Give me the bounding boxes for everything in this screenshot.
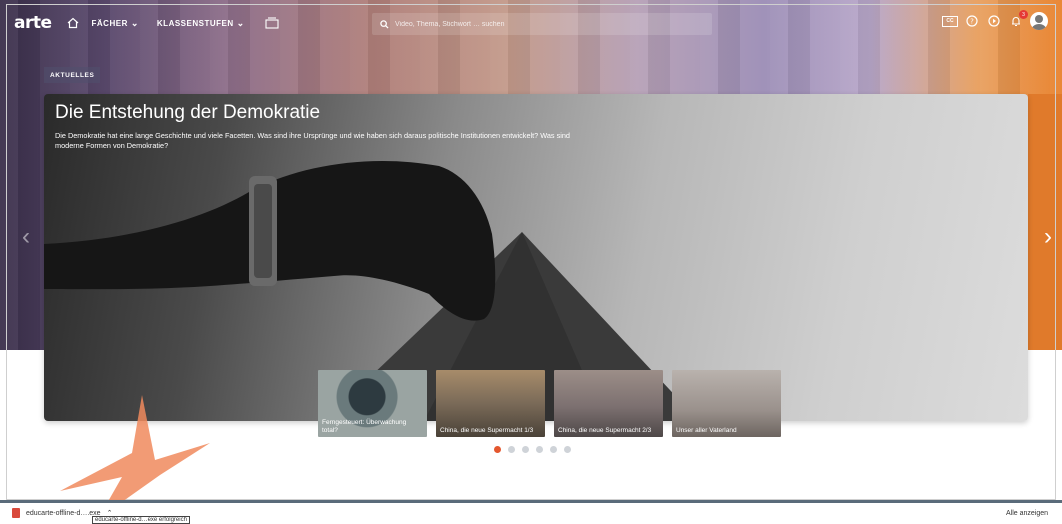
nav-klassenstufen[interactable]: KLASSENSTUFEN ⌄ xyxy=(157,18,245,29)
thumbnail-label: Unser aller Vaterland xyxy=(676,426,737,434)
thumbnail-label: China, die neue Supermacht 1/3 xyxy=(440,426,534,434)
carousel-dot[interactable] xyxy=(494,446,501,453)
header-actions: CC ? 3 xyxy=(942,10,1048,30)
nav-faecher-label: FÄCHER xyxy=(91,18,128,28)
nav-klassenstufen-label: KLASSENSTUFEN xyxy=(156,18,234,28)
carousel-dot[interactable] xyxy=(522,446,529,453)
carousel-dot[interactable] xyxy=(508,446,515,453)
thumbnail-label: China, die neue Supermacht 2/3 xyxy=(558,426,652,434)
search-bar[interactable] xyxy=(372,13,712,35)
playlist-icon[interactable] xyxy=(263,14,281,32)
svg-text:?: ? xyxy=(970,18,974,26)
nav-faecher[interactable]: FÄCHER ⌄ xyxy=(92,18,139,29)
chevron-down-icon: ⌄ xyxy=(236,17,245,28)
help-icon[interactable]: ? xyxy=(964,13,980,29)
feature-description: Die Demokratie hat eine lange Geschichte… xyxy=(55,131,570,150)
thumbnail-card[interactable]: China, die neue Supermacht 2/3 xyxy=(554,370,663,437)
chevron-down-icon: ⌄ xyxy=(130,17,139,28)
arte-logo[interactable]: arte xyxy=(14,13,52,33)
subtitles-icon[interactable]: CC xyxy=(942,13,958,29)
thumbnail-card[interactable]: China, die neue Supermacht 1/3 xyxy=(436,370,545,437)
thumbnail-card[interactable]: Unser aller Vaterland xyxy=(672,370,781,437)
top-navigation: arte FÄCHER ⌄ KLASSENSTUFEN ⌄ CC ? xyxy=(8,8,1054,38)
search-icon xyxy=(380,19,389,29)
thumbnail-label: Ferngesteuert: Überwachung total? xyxy=(322,419,407,434)
search-input[interactable] xyxy=(395,20,695,28)
carousel-dot[interactable] xyxy=(564,446,571,453)
carousel-next-arrow-icon[interactable]: › xyxy=(1038,222,1058,252)
page: arte FÄCHER ⌄ KLASSENSTUFEN ⌄ CC ? xyxy=(0,0,1062,524)
home-icon[interactable] xyxy=(64,14,82,32)
thumbnail-card[interactable]: Ferngesteuert: Überwachung total? xyxy=(318,370,427,437)
related-thumbnails: Ferngesteuert: Überwachung total? China,… xyxy=(318,370,781,437)
carousel-dot[interactable] xyxy=(536,446,543,453)
user-avatar-icon[interactable] xyxy=(1030,12,1048,30)
download-filename: educarte-offline-d….exe xyxy=(26,509,101,517)
carousel-prev-arrow-icon[interactable]: ‹ xyxy=(16,222,36,252)
notifications-bell-icon[interactable]: 3 xyxy=(1008,10,1028,29)
download-bar: educarte-offline-d….exe ⌃ educarte-offli… xyxy=(0,500,1062,524)
feature-title: Die Entstehung der Demokratie xyxy=(55,102,321,123)
notification-badge: 3 xyxy=(1019,10,1028,19)
file-icon xyxy=(12,508,20,518)
carousel-dots xyxy=(494,446,571,453)
section-tag: AKTUELLES xyxy=(44,67,101,83)
play-circle-icon[interactable] xyxy=(986,13,1002,29)
download-tooltip: educarte-offline-d…exe erfolgreich xyxy=(92,516,190,524)
carousel-dot[interactable] xyxy=(550,446,557,453)
show-all-downloads-button[interactable]: Alle anzeigen xyxy=(1006,510,1048,517)
